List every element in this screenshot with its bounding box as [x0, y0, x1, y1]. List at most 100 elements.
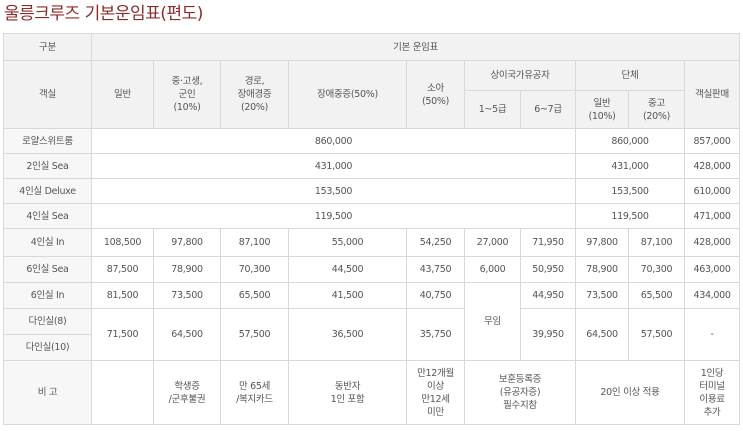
- header-disabled: 장애중증(50%): [288, 60, 407, 129]
- room-sales-value: 434,000: [683, 282, 741, 309]
- disabled-value: 55,000: [288, 228, 407, 257]
- header-basic-fare: 기본 운임표: [90, 33, 741, 61]
- header-group-general: 일반 (10%): [575, 90, 629, 129]
- group-general-value: 78,900: [575, 256, 629, 283]
- header-group-middle-line2: (20%): [642, 110, 671, 122]
- table-row: 4인실 In 108,500 97,800 87,100 55,000 54,2…: [3, 228, 741, 257]
- notes-disabled-line2: 1인 포함: [330, 393, 365, 405]
- notes-senior-line1: 만 65세: [238, 380, 271, 392]
- notes-label: 비 고: [3, 360, 92, 425]
- group-middle-value: 57,500: [628, 308, 685, 361]
- group-middle-value: 87,100: [628, 228, 685, 257]
- room-name: 6인실 Sea: [3, 256, 92, 283]
- header-senior-line1: 경로,: [244, 76, 265, 87]
- vet-6-7-value: 50,950: [520, 256, 576, 283]
- group-general-value: 64,500: [575, 308, 629, 361]
- fare-table: 구분 기본 운임표 객실 일반 중·고생, 군인 (10%) 경로, 장애경증 …: [3, 33, 741, 425]
- fare-value: 431,000: [91, 153, 576, 179]
- header-veteran: 상이국가유공자: [464, 60, 576, 91]
- student-value: 78,900: [153, 256, 221, 283]
- header-student-line1: 중·고생,: [171, 76, 203, 87]
- general-value: 71,500: [91, 308, 154, 361]
- room-name: 4인실 Deluxe: [3, 178, 92, 204]
- header-group-general-line2: (10%): [588, 110, 616, 122]
- vet-1-5-value: 무임: [464, 282, 521, 361]
- group-fare-value: 860,000: [575, 128, 685, 154]
- room-name: 4인실 Sea: [3, 203, 92, 229]
- disabled-value: 44,500: [288, 256, 407, 283]
- header-senior-line3: (20%): [240, 102, 269, 113]
- header-student: 중·고생, 군인 (10%): [153, 60, 221, 129]
- senior-value: 65,500: [220, 282, 289, 309]
- vet-1-5-value: 6,000: [464, 256, 521, 283]
- fare-value: 119,500: [91, 203, 576, 229]
- student-value: 97,800: [153, 228, 221, 257]
- header-group-middle-line1: 중고: [648, 97, 665, 109]
- notes-room-sales: 1인당 터미널 이용료 추가: [683, 360, 741, 425]
- header-student-line2: 군인: [178, 89, 196, 100]
- header-vet-1-5: 1~5급: [464, 90, 521, 129]
- room-sales-value: 471,000: [683, 203, 741, 229]
- room-sales-value: 610,000: [683, 178, 741, 204]
- child-value: 35,750: [406, 308, 465, 361]
- notes-sales-line1: 1인당: [700, 367, 724, 379]
- notes-student: 학생증 /군후불권: [153, 360, 221, 425]
- general-value: 87,500: [91, 256, 154, 283]
- room-sales-value: 463,000: [683, 256, 741, 283]
- notes-child: 만12개월 이상 만12세 미만: [406, 360, 465, 425]
- header-senior-line2: 장애경증: [237, 89, 272, 100]
- notes-disabled-line1: 동반자: [334, 380, 361, 392]
- vet-6-7-value: 44,950: [520, 282, 576, 309]
- header-child: 소아 (50%): [406, 60, 465, 129]
- room-name: 로얄스위트룸: [3, 128, 92, 154]
- header-room: 객실: [3, 60, 92, 129]
- disabled-value: 36,500: [288, 308, 407, 361]
- header-group-general-line1: 일반: [593, 97, 611, 109]
- table-row: 4인실 Deluxe 153,500 153,500 610,000: [3, 178, 741, 204]
- room-sales-value: 428,000: [683, 153, 741, 179]
- room-sales-value: 428,000: [683, 228, 741, 257]
- notes-child-line3: 만12세: [421, 393, 450, 405]
- room-name: 4인실 In: [3, 228, 92, 257]
- notes-senior: 만 65세 /복지카드: [220, 360, 289, 425]
- table-row: 6인실 Sea 87,500 78,900 70,300 44,500 43,7…: [3, 256, 741, 283]
- table-row: 4인실 Sea 119,500 119,500 471,000: [3, 203, 741, 229]
- notes-veteran-line2: (유공자증): [499, 387, 541, 398]
- child-value: 40,750: [406, 282, 465, 309]
- header-child-line2: (50%): [421, 95, 450, 107]
- room-name: 6인실 In: [3, 282, 92, 309]
- header-general: 일반: [91, 60, 154, 129]
- notes-general: [91, 360, 154, 425]
- notes-sales-line4: 추가: [703, 406, 721, 418]
- header-child-line1: 소아: [427, 82, 444, 94]
- table-row: 2인실 Sea 431,000 431,000 428,000: [3, 153, 741, 179]
- group-general-value: 97,800: [575, 228, 629, 257]
- vet-1-5-value: 27,000: [464, 228, 521, 257]
- general-value: 108,500: [91, 228, 154, 257]
- room-name: 2인실 Sea: [3, 153, 92, 179]
- room-name: 다인실(10): [3, 334, 92, 361]
- header-room-sales: 객실판매: [683, 60, 741, 129]
- notes-group: 20인 이상 적용: [575, 360, 685, 425]
- table-row: 로얄스위트룸 860,000 860,000 857,000: [3, 128, 741, 154]
- notes-disabled: 동반자 1인 포함: [288, 360, 407, 425]
- group-middle-value: 65,500: [628, 282, 685, 309]
- header-group: 단체: [575, 60, 685, 91]
- student-value: 64,500: [153, 308, 221, 361]
- notes-veteran-line1: 보훈등록증: [498, 374, 542, 385]
- general-value: 81,500: [91, 282, 154, 309]
- notes-sales-line3: 이용료: [699, 393, 725, 405]
- fare-value: 153,500: [91, 178, 576, 204]
- room-name: 다인실(8): [3, 308, 92, 335]
- notes-child-line4: 미만: [427, 406, 444, 418]
- page-title: 울릉크루즈 기본운임표(편도): [4, 4, 203, 24]
- header-senior: 경로, 장애경증 (20%): [220, 60, 289, 129]
- senior-value: 87,100: [220, 228, 289, 257]
- header-vet-6-7: 6~7급: [520, 90, 576, 129]
- notes-child-line1: 만12개월: [417, 367, 454, 379]
- senior-value: 57,500: [220, 308, 289, 361]
- table-row: 다인실(8) 71,500 64,500 57,500 36,500 35,75…: [3, 308, 741, 361]
- fare-value: 860,000: [91, 128, 576, 154]
- vet-6-7-value: 71,950: [520, 228, 576, 257]
- notes-student-line2: /군후불권: [168, 393, 206, 405]
